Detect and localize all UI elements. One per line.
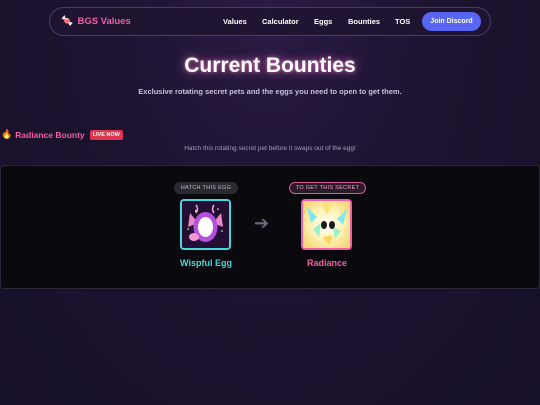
nav-link-calculator[interactable]: Calculator: [262, 17, 299, 26]
fire-icon: 🔥: [1, 129, 13, 139]
join-discord-button[interactable]: Join Discord: [422, 12, 481, 31]
hatch-egg-tag: HATCH THIS EGG: [174, 182, 238, 194]
bounty-description: Hatch this rotating secret pet before it…: [184, 145, 356, 152]
nav-link-eggs[interactable]: Eggs: [314, 17, 332, 26]
secret-pet-tag: TO GET THIS SECRET: [289, 182, 366, 194]
page-title: Current Bounties: [184, 54, 356, 77]
pet-name[interactable]: Radiance: [287, 258, 367, 268]
bounty-card: [0, 165, 540, 289]
page-subtitle: Exclusive rotating secret pets and the e…: [138, 87, 402, 96]
navbar: 🍬 BGS Values Values Calculator Eggs Boun…: [49, 7, 491, 36]
pet-image[interactable]: [301, 199, 352, 250]
nav-link-bounties[interactable]: Bounties: [348, 17, 380, 26]
egg-image[interactable]: [180, 199, 231, 250]
arrow-right-icon: ➔: [254, 213, 270, 233]
egg-name[interactable]: Wispful Egg: [166, 258, 246, 268]
live-badge: LIVE NOW: [89, 129, 123, 140]
bounty-header: 🔥 Radiance Bounty LIVE NOW: [1, 129, 123, 140]
nav-link-tos[interactable]: TOS: [395, 17, 410, 26]
bounty-title: Radiance Bounty: [15, 129, 85, 140]
nav-link-values[interactable]: Values: [223, 17, 247, 26]
nav-links: Values Calculator Eggs Bounties TOS Join…: [50, 8, 490, 35]
